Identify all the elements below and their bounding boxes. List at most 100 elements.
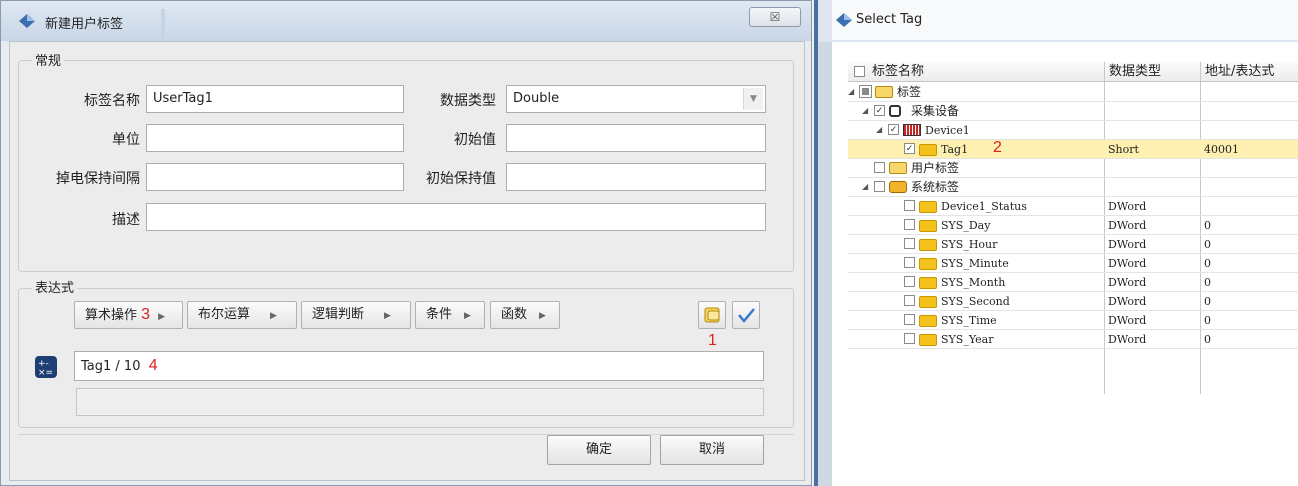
row-checkbox[interactable] [904,238,915,249]
boolean-menu-button[interactable]: 布尔运算 ▶ [187,301,297,329]
expand-icon[interactable]: ◢ [862,178,868,196]
row-address: 0 [1204,333,1211,346]
row-type: DWord [1108,276,1147,289]
retain-initial-input[interactable] [506,163,766,191]
initial-input[interactable] [506,124,766,152]
checkmark-icon [738,308,755,323]
chevron-right-icon: ▶ [464,311,471,321]
row-label: SYS_Year [941,333,994,346]
row-checkbox[interactable] [904,200,915,211]
unit-label: 单位 [112,132,140,148]
row-checkbox[interactable] [904,314,915,325]
tag-icon [919,258,937,270]
tree-system-item-row[interactable]: SYS_Year DWord 0 [848,330,1298,349]
row-type: DWord [1108,238,1147,251]
function-menu-button[interactable]: 函数 ▶ [490,301,560,329]
tree-system-item-row[interactable]: SYS_Time DWord 0 [848,311,1298,330]
tag-icon [919,201,937,213]
chevron-down-icon[interactable]: ▼ [743,88,763,110]
general-group-title: 常规 [32,50,65,69]
tree-system-item-row[interactable]: SYS_Day DWord 0 [848,216,1298,235]
select-tag-titlebar[interactable]: Select Tag [832,0,1298,40]
expression-group-title: 表达式 [32,277,78,296]
expand-icon[interactable]: ◢ [848,83,854,101]
tag-icon [919,220,937,232]
row-checkbox[interactable] [904,219,915,230]
tag-name-input[interactable]: UserTag1 [146,85,404,113]
row-label: Device1_Status [941,200,1027,213]
retain-interval-input[interactable] [146,163,404,191]
expression-input[interactable]: Tag1 / 10 4 [74,351,764,381]
tree-device-row[interactable]: ◢ ✓ Device1 [848,121,1298,140]
diamond-icon [19,14,35,28]
row-label: Tag1 [941,143,969,156]
col-address[interactable]: 地址/表达式 [1200,62,1298,82]
logic-menu-button[interactable]: 逻辑判断 ▶ [301,301,411,329]
row-checkbox[interactable] [904,333,915,344]
ok-button[interactable]: 确定 [547,435,651,465]
retain-initial-label: 初始保持值 [426,171,496,187]
row-type: DWord [1108,219,1147,232]
row-checkbox[interactable] [874,181,885,192]
close-icon: ☒ [769,10,781,24]
device-icon [903,124,921,136]
row-checkbox[interactable] [904,257,915,268]
tree-tag1-row[interactable]: ✓ Tag1 2 Short 40001 [848,139,1298,159]
datatype-select[interactable]: Double ▼ [506,85,766,113]
select-tag-button[interactable] [698,301,726,329]
tree-system-item-row[interactable]: SYS_Hour DWord 0 [848,235,1298,254]
row-checkbox[interactable]: ✓ [904,143,915,154]
expression-text: Tag1 / 10 [81,359,141,374]
desc-input[interactable] [146,203,766,231]
col-data-type[interactable]: 数据类型 [1104,62,1161,82]
chevron-right-icon: ▶ [270,311,277,321]
row-label: SYS_Minute [941,257,1009,270]
tag-name-label: 标签名称 [84,93,140,109]
confirm-expression-button[interactable] [732,301,760,329]
row-type: Short [1108,143,1139,156]
tree-system-item-row[interactable]: SYS_Month DWord 0 [848,273,1298,292]
col-tag-name[interactable]: 标签名称 [872,62,924,81]
row-label: 系统标签 [911,180,960,194]
retain-interval-label: 掉电保持间隔 [56,171,140,187]
tag-icon [919,334,937,346]
row-label: 采集设备 [911,104,960,118]
marker-4: 4 [148,357,158,374]
row-address: 0 [1204,276,1211,289]
cancel-button[interactable]: 取消 [660,435,764,465]
row-checkbox[interactable]: ✓ [888,124,899,135]
tree-system-item-row[interactable]: Device1_Status DWord [848,197,1298,216]
tree-system-tags-row[interactable]: ◢ 系统标签 [848,178,1298,197]
row-checkbox[interactable] [904,295,915,306]
unit-input[interactable] [146,124,404,152]
expand-icon[interactable]: ◢ [876,121,882,139]
expand-icon[interactable]: ◢ [862,102,868,120]
tree-device-group-row[interactable]: ◢ ✓ 采集设备 [848,102,1298,121]
row-label: SYS_Month [941,276,1006,289]
tag-icon [919,277,937,289]
row-type: DWord [1108,257,1147,270]
condition-menu-button[interactable]: 条件 ▶ [415,301,485,329]
row-label: SYS_Second [941,295,1010,308]
tag-folder-icon [889,162,907,174]
dialog-titlebar[interactable]: 新建用户标签 ☒ [1,1,811,41]
row-checkbox[interactable]: ✓ [874,105,885,116]
tree-user-tags-row[interactable]: 用户标签 [848,159,1298,178]
header-checkbox[interactable] [854,66,865,77]
dialog-client: 常规 标签名称 UserTag1 数据类型 Double ▼ 单位 初始值 掉电… [9,41,805,481]
close-button[interactable]: ☒ [749,7,801,27]
tag-icon [919,239,937,251]
row-checkbox[interactable] [874,162,885,173]
select-tag-title: Select Tag [856,12,923,27]
chevron-right-icon: ▶ [158,312,165,322]
tree-system-item-row[interactable]: SYS_Minute DWord 0 [848,254,1298,273]
row-address: 0 [1204,219,1211,232]
datatype-value: Double [513,91,560,106]
arithmetic-menu-button[interactable]: 算术操作 3 ▶ [74,301,183,329]
row-checkbox[interactable] [904,276,915,287]
row-checkbox[interactable] [859,85,872,98]
diamond-icon [836,13,852,27]
tree-root-row[interactable]: ◢ 标签 [848,83,1298,102]
marker-2: 2 [993,139,1002,156]
tree-system-item-row[interactable]: SYS_Second DWord 0 [848,292,1298,311]
